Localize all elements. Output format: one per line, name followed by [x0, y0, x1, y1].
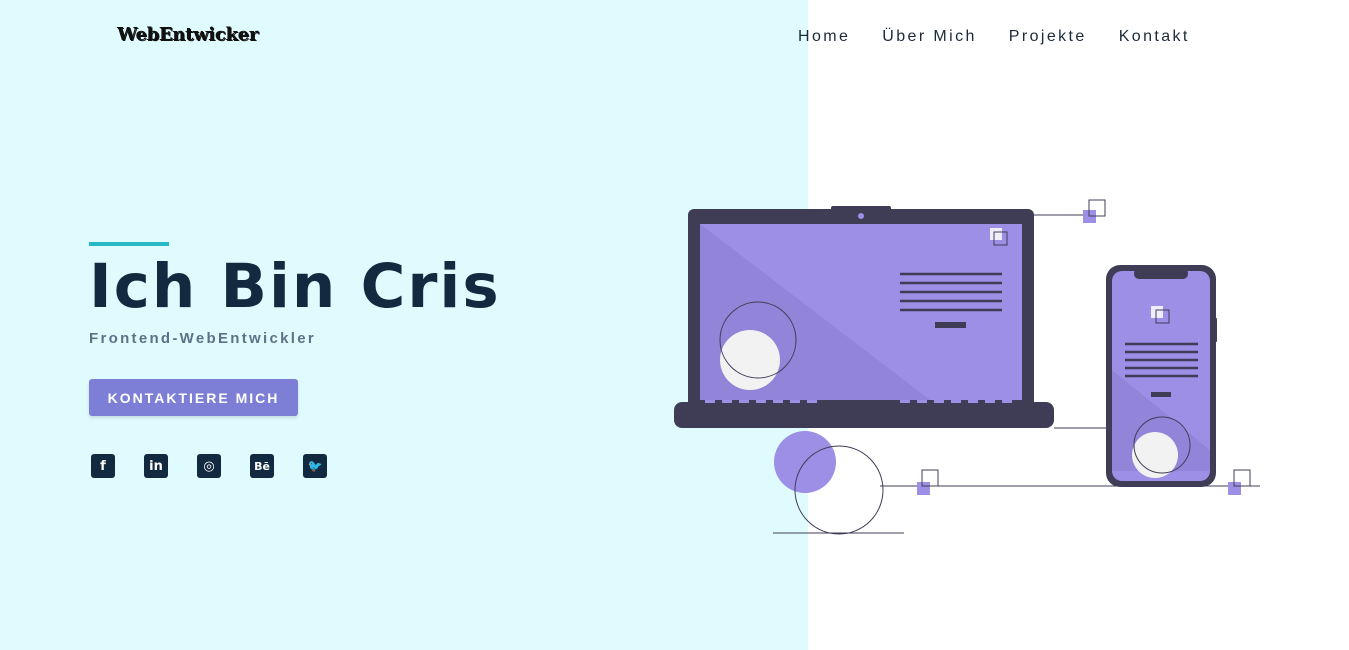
devices-illustration — [674, 199, 1260, 535]
behance-icon[interactable]: Bē — [250, 454, 274, 478]
phone-button-bar — [1151, 392, 1171, 397]
nav-item-projects[interactable]: Projekte — [1009, 28, 1087, 46]
nav-item-home[interactable]: Home — [798, 28, 850, 46]
main-navigation: Home Über Mich Projekte Kontakt — [798, 28, 1222, 46]
phone-notch — [1134, 268, 1188, 279]
phone-window-square — [1151, 306, 1163, 318]
site-logo[interactable]: WebEntwicker — [117, 24, 258, 45]
social-links: f in ◎ Bē 🐦 — [91, 454, 327, 478]
facebook-icon[interactable]: f — [91, 454, 115, 478]
hero-subtitle: Frontend-WebEntwickler — [89, 330, 317, 347]
phone-side-button — [1213, 318, 1217, 342]
contact-me-button[interactable]: KONTAKTIERE MICH — [89, 379, 298, 416]
laptop-button-bar — [935, 322, 966, 328]
twitter-icon[interactable]: 🐦 — [303, 454, 327, 478]
laptop-camera — [858, 213, 864, 219]
linkedin-icon[interactable]: in — [144, 454, 168, 478]
nav-item-about[interactable]: Über Mich — [882, 28, 977, 46]
dribbble-icon[interactable]: ◎ — [197, 454, 221, 478]
laptop-base — [674, 402, 1054, 428]
laptop-circle-fill — [720, 330, 780, 390]
nav-item-contact[interactable]: Kontakt — [1119, 28, 1190, 46]
laptop-window-square — [990, 228, 1002, 240]
hero-title: Ich Bin Cris — [89, 251, 501, 322]
square-accent-bottom-left — [917, 482, 930, 495]
title-accent-line — [89, 242, 169, 246]
